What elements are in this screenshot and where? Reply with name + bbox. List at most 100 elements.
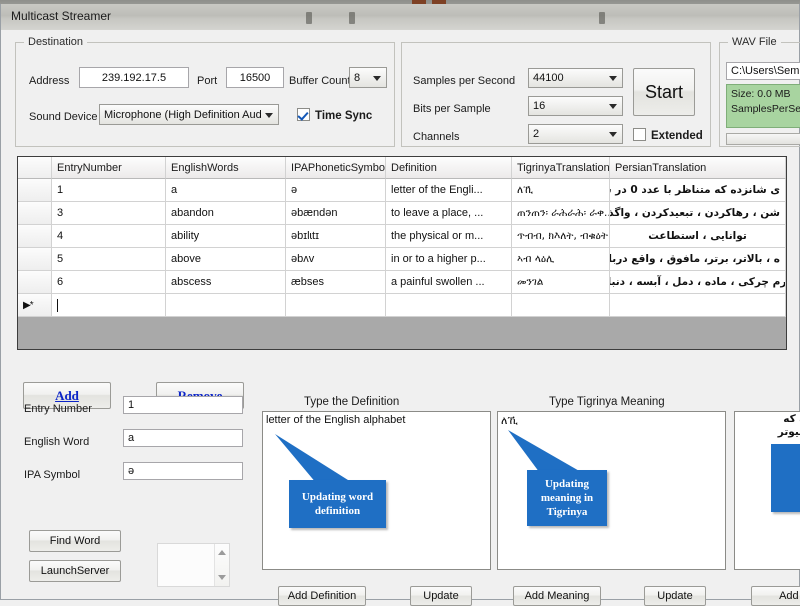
row-header[interactable]: [18, 179, 52, 202]
definition-text: letter of the English alphabet: [266, 414, 406, 426]
table-row[interactable]: 6 abscess æbses a painful swollen ... መን…: [18, 271, 786, 294]
cell-definition[interactable]: to leave a place, ...: [386, 202, 512, 225]
cell-persian[interactable]: ورم چرکی ، ماده ، دمل ، آبسه ، دنبل: [610, 271, 786, 294]
cell-tigrinya[interactable]: ጥብብ, ክእለት, ብቁዕት: [512, 225, 610, 248]
new-cell-definition[interactable]: [386, 294, 512, 317]
address-input[interactable]: 239.192.17.5: [79, 67, 189, 88]
cell-tigrinya[interactable]: ኣብ ላዕሊ: [512, 248, 610, 271]
table-row[interactable]: 3 abandon əbændən to leave a place, ... …: [18, 202, 786, 225]
cell-entrynumber[interactable]: 4: [52, 225, 166, 248]
cell-definition[interactable]: a painful swollen ...: [386, 271, 512, 294]
tigrinya-textarea[interactable]: ለኺ Updating meaning in Tigrinya: [497, 411, 726, 570]
cell-persian[interactable]: ه ، بالاتر، برتر، مافوق ، واقع دربالا، س…: [610, 248, 786, 271]
add-persian-meaning-button[interactable]: Add M: [751, 586, 800, 606]
results-spin-list[interactable]: [157, 543, 230, 587]
port-input[interactable]: 16500: [226, 67, 284, 88]
cell-englishword[interactable]: a: [166, 179, 286, 202]
add-definition-button[interactable]: Add Definition: [278, 586, 366, 606]
arrow-down-icon[interactable]: [218, 575, 226, 580]
persian-textarea[interactable]: ی شانزده که ست،اکامپیوتر U m D: [734, 411, 800, 570]
samples-per-second-select[interactable]: 44100: [528, 68, 623, 88]
find-word-button[interactable]: Find Word: [29, 530, 121, 552]
cell-persian[interactable]: توانایی ، استطاعت: [610, 225, 786, 248]
english-word-label: English Word: [24, 436, 90, 448]
cell-definition[interactable]: letter of the Engli...: [386, 179, 512, 202]
bits-per-sample-select[interactable]: 16: [528, 96, 623, 116]
cell-ipa[interactable]: əbʌv: [286, 248, 386, 271]
client-area: Destination Address 239.192.17.5 Port 16…: [1, 30, 800, 606]
column-header-persiantranslation[interactable]: PersianTranslation: [610, 157, 786, 179]
cell-definition[interactable]: in or to a higher p...: [386, 248, 512, 271]
cell-englishword[interactable]: above: [166, 248, 286, 271]
buffer-count-select[interactable]: 8: [349, 67, 387, 88]
new-cell-tigrinya[interactable]: [512, 294, 610, 317]
row-header[interactable]: [18, 271, 52, 294]
column-header-definition[interactable]: Definition: [386, 157, 512, 179]
main-window: Multicast Streamer Destination Address 2…: [0, 4, 800, 606]
table-row[interactable]: 1 a ə letter of the Engli... ለኺ ی شانزده…: [18, 179, 786, 202]
new-row-indicator[interactable]: ▶*: [18, 294, 52, 317]
add-meaning-button[interactable]: Add Meaning: [513, 586, 601, 606]
time-sync-label: Time Sync: [315, 110, 373, 122]
samples-per-second-label: Samples per Second: [413, 75, 516, 87]
entry-number-input[interactable]: 1: [123, 396, 243, 414]
cell-ipa[interactable]: æbses: [286, 271, 386, 294]
destination-legend: Destination: [24, 36, 88, 48]
definition-callout-text: Updating word definition: [289, 480, 386, 528]
time-sync-checkbox[interactable]: [297, 108, 310, 121]
persian-callout-text: U m D: [771, 444, 800, 512]
cell-tigrinya[interactable]: ለኺ: [512, 179, 610, 202]
column-header-tigrinyatranslation[interactable]: TigrinyaTranslation: [512, 157, 610, 179]
bits-per-sample-value: 16: [533, 100, 546, 112]
cell-definition[interactable]: the physical or m...: [386, 225, 512, 248]
start-button[interactable]: Start: [633, 68, 695, 116]
new-cell-englishword[interactable]: [166, 294, 286, 317]
address-label: Address: [29, 75, 70, 87]
cell-entrynumber[interactable]: 5: [52, 248, 166, 271]
update-meaning-button[interactable]: Update: [644, 586, 706, 606]
cell-entrynumber[interactable]: 3: [52, 202, 166, 225]
persian-text-line-1: ی شانزده که: [783, 413, 800, 425]
definition-textarea[interactable]: letter of the English alphabet Updating …: [262, 411, 491, 570]
cell-englishword[interactable]: ability: [166, 225, 286, 248]
english-word-input[interactable]: a: [123, 429, 243, 447]
cell-tigrinya[interactable]: መንገል: [512, 271, 610, 294]
wav-path-input[interactable]: C:\Users\Semi: [726, 62, 800, 80]
column-header-entrynumber[interactable]: EntryNumber: [52, 157, 166, 179]
cell-englishword[interactable]: abscess: [166, 271, 286, 294]
extended-checkbox[interactable]: [633, 128, 646, 141]
column-header-englishwords[interactable]: EnglishWords: [166, 157, 286, 179]
cell-englishword[interactable]: abandon: [166, 202, 286, 225]
channels-select[interactable]: 2: [528, 124, 623, 144]
ipa-symbol-input[interactable]: ə: [123, 462, 243, 480]
cell-ipa[interactable]: ə: [286, 179, 386, 202]
cell-entrynumber[interactable]: 1: [52, 179, 166, 202]
update-definition-button[interactable]: Update: [410, 586, 472, 606]
new-row[interactable]: ▶*: [18, 294, 786, 317]
window-title: Multicast Streamer: [11, 9, 112, 23]
new-cell-entrynumber[interactable]: [52, 294, 166, 317]
spin-scrollbar[interactable]: [214, 544, 229, 586]
samples-per-second-value: 44100: [533, 72, 564, 84]
cell-persian[interactable]: ی شانزده که متناظر با عدد 0 در سیستم دهد…: [610, 179, 786, 202]
new-cell-ipa[interactable]: [286, 294, 386, 317]
buffer-count-label: Buffer Count: [289, 75, 351, 87]
entries-data-grid[interactable]: EntryNumber EnglishWords IPAPhoneticSymb…: [17, 156, 787, 350]
row-header[interactable]: [18, 202, 52, 225]
cell-tigrinya[interactable]: ጠንጠን፡ ራሕራሕ፡ ራቀ...: [512, 202, 610, 225]
arrow-up-icon[interactable]: [218, 550, 226, 555]
cell-ipa[interactable]: əbɪlɩtɪ: [286, 225, 386, 248]
cell-entrynumber[interactable]: 6: [52, 271, 166, 294]
row-header[interactable]: [18, 225, 52, 248]
launch-server-button[interactable]: LaunchServer: [29, 560, 121, 582]
new-cell-persian[interactable]: [610, 294, 786, 317]
cell-persian[interactable]: شن ، رهاکردن ، تبعیدکردن ، واگذاری، رهاس…: [610, 202, 786, 225]
column-header-ipaphoneticsymbol[interactable]: IPAPhoneticSymbo: [286, 157, 386, 179]
sound-device-select[interactable]: Microphone (High Definition Aud: [99, 104, 279, 125]
table-row[interactable]: 5 above əbʌv in or to a higher p... ኣብ ላ…: [18, 248, 786, 271]
row-header[interactable]: [18, 248, 52, 271]
cell-ipa[interactable]: əbændən: [286, 202, 386, 225]
channels-value: 2: [533, 128, 540, 140]
table-row[interactable]: 4 ability əbɪlɩtɪ the physical or m... ጥ…: [18, 225, 786, 248]
titlebar-artifact-3: [599, 12, 605, 24]
